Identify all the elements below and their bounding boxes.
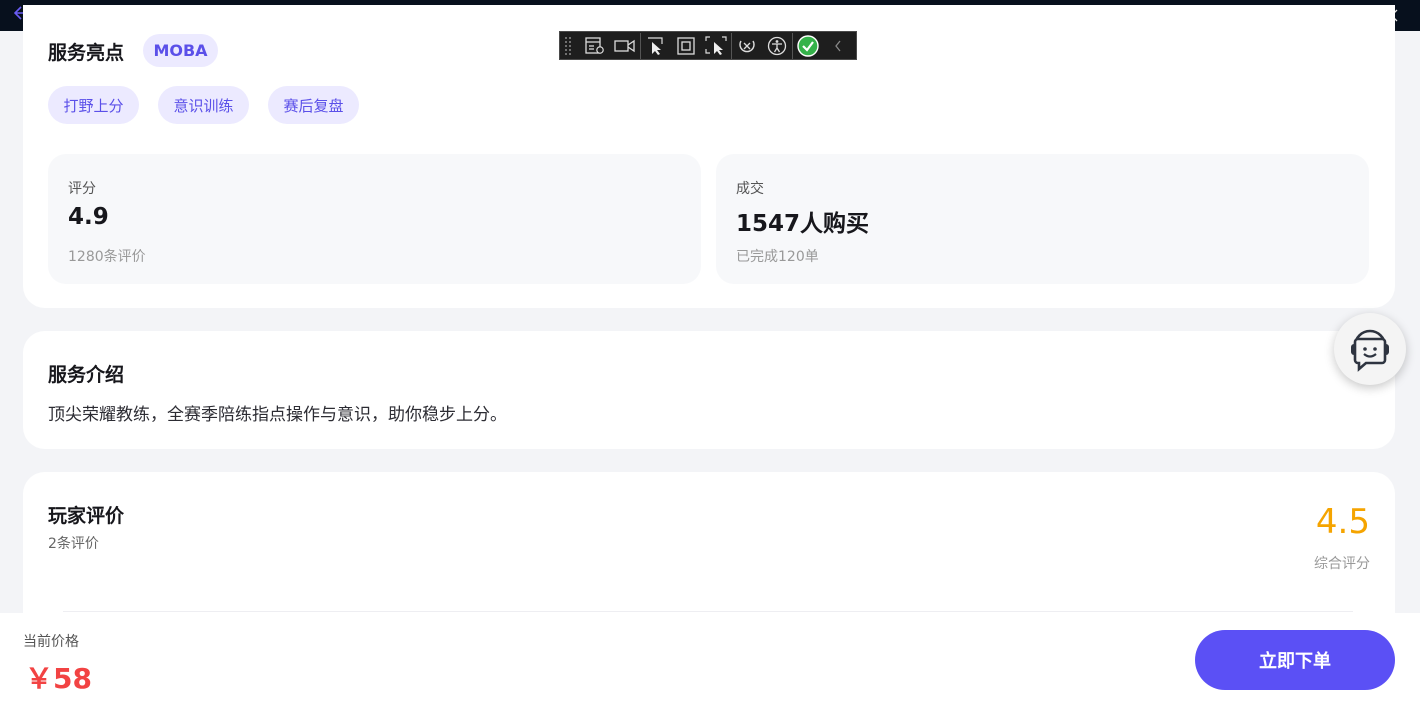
highlights-title: 服务亮点 bbox=[48, 42, 125, 64]
customer-service-button[interactable] bbox=[1334, 313, 1406, 385]
collapse-chevron-icon[interactable] bbox=[823, 33, 853, 59]
video-camera-icon[interactable] bbox=[610, 33, 640, 59]
sales-label: 成交 bbox=[736, 181, 764, 197]
category-badge: MOBA bbox=[143, 34, 218, 67]
checkmark-icon[interactable] bbox=[793, 33, 823, 59]
reviews-count: 2条评价 bbox=[48, 536, 99, 552]
rating-stat-box: 评分 4.9 1280条评价 bbox=[48, 154, 701, 284]
divider bbox=[63, 611, 1353, 612]
sales-stat-box: 成交 1547人购买 已完成120单 bbox=[716, 154, 1369, 284]
current-price: ￥58 bbox=[25, 662, 92, 695]
track-focus-icon[interactable] bbox=[701, 33, 731, 59]
intro-card: 服务介绍 顶尖荣耀教练，全赛季陪练指点操作与意识，助你稳步上分。 bbox=[23, 331, 1395, 449]
rating-count: 1280条评价 bbox=[68, 249, 146, 265]
sales-value: 1547人购买 bbox=[736, 211, 870, 237]
order-now-button[interactable]: 立即下单 bbox=[1195, 630, 1395, 690]
layout-adorner-icon[interactable] bbox=[671, 33, 701, 59]
overall-score-label: 综合评分 bbox=[1314, 556, 1370, 572]
tag-item[interactable]: 意识训练 bbox=[158, 86, 249, 124]
debug-toolbar bbox=[559, 31, 857, 60]
bottom-action-bar: 当前价格 ￥58 立即下单 bbox=[0, 613, 1420, 722]
rating-label: 评分 bbox=[68, 181, 96, 197]
accessibility-icon[interactable] bbox=[762, 33, 792, 59]
select-element-icon[interactable] bbox=[641, 33, 671, 59]
intro-title: 服务介绍 bbox=[48, 364, 125, 386]
tag-item[interactable]: 打野上分 bbox=[48, 86, 139, 124]
drag-grip-icon[interactable] bbox=[564, 35, 572, 56]
tag-item[interactable]: 赛后复盘 bbox=[268, 86, 359, 124]
price-label: 当前价格 bbox=[23, 634, 79, 650]
intro-text: 顶尖荣耀教练，全赛季陪练指点操作与意识，助你稳步上分。 bbox=[48, 405, 507, 425]
hot-reload-icon[interactable] bbox=[732, 33, 762, 59]
rating-value: 4.9 bbox=[68, 204, 109, 230]
visual-tree-icon[interactable] bbox=[580, 33, 610, 59]
customer-service-icon bbox=[1351, 329, 1389, 372]
overall-score: 4.5 bbox=[1315, 502, 1370, 542]
reviews-title: 玩家评价 bbox=[48, 505, 125, 527]
completed-orders: 已完成120单 bbox=[736, 249, 819, 265]
